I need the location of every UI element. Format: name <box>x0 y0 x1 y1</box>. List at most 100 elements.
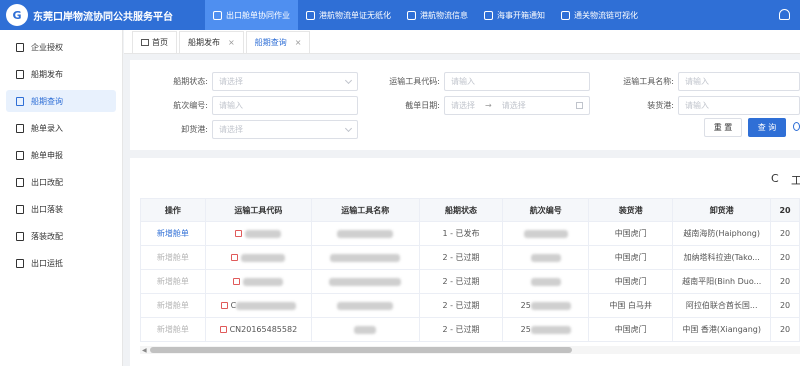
nav-item-label: 通关物流链可视化 <box>574 10 638 20</box>
load-port-input[interactable]: 请输入 <box>678 96 800 115</box>
redacted-name <box>337 301 394 310</box>
voyage-text: 25 <box>520 301 531 310</box>
close-icon[interactable]: × <box>228 38 235 47</box>
tab-schedule-query[interactable]: 船期查询 × <box>245 31 311 53</box>
unload-port-select[interactable]: 请选择 <box>212 120 358 139</box>
column-settings-icon[interactable]: 工 <box>791 172 800 188</box>
truck-icon <box>407 10 416 20</box>
tab-schedule-publish[interactable]: 船期发布 × <box>179 31 244 53</box>
main-nav: 出口舱单协同作业 港航物流单证无纸化 港航物流信息 海事开箱通知 通关物流链可视… <box>205 0 646 30</box>
column-header[interactable]: 卸货港 <box>672 198 772 222</box>
sidebar-item-label: 企业授权 <box>31 42 63 52</box>
refresh-icon[interactable]: C <box>771 172 779 185</box>
transport-code-input[interactable]: 请输入 <box>444 72 590 91</box>
nav-item-paperless[interactable]: 港航物流单证无纸化 <box>298 0 399 30</box>
sidebar-item-schedule-query[interactable]: 船期查询 <box>6 90 116 112</box>
nav-item-visualization[interactable]: 通关物流链可视化 <box>553 0 646 30</box>
column-header[interactable]: 船期状态 <box>418 198 504 222</box>
sidebar-item-label: 舱单申报 <box>31 150 63 160</box>
close-icon[interactable]: × <box>295 38 302 47</box>
sidebar-item-export-change[interactable]: 出口改配 <box>6 171 116 193</box>
add-manifest-link[interactable]: 新增舱单 <box>157 229 189 238</box>
nav-item-label: 港航物流信息 <box>420 10 468 20</box>
card-icon <box>306 10 315 20</box>
app-logo[interactable]: G 东莞口岸物流协同公共服务平台 <box>0 0 205 30</box>
nav-item-logistics-info[interactable]: 港航物流信息 <box>399 0 476 30</box>
nav-item-maritime-notice[interactable]: 海事开箱通知 <box>476 0 553 30</box>
nav-item-export-manifest[interactable]: 出口舱单协同作业 <box>205 0 298 30</box>
query-button[interactable]: 查 询 <box>748 118 786 137</box>
nav-item-label: 出口舱单协同作业 <box>226 10 290 20</box>
status-cell: 2 - 已过期 <box>418 269 504 294</box>
unload-port-cell: 中国 香港(Xiangang) <box>672 317 772 342</box>
load-port-cell: 中国虎门 <box>588 317 674 342</box>
sidebar-item-loading-change[interactable]: 落装改配 <box>6 225 116 247</box>
column-header[interactable]: 装货港 <box>588 198 674 222</box>
sidebar-item-authorization[interactable]: 企业授权 <box>6 36 116 58</box>
status-cell: 2 - 已过期 <box>418 293 504 318</box>
transport-name-label: 运输工具名称: <box>623 77 674 86</box>
schedule-table: 操作 运输工具代码 运输工具名称 船期状态 航次编号 装货港 卸货港 20 新增… <box>140 198 800 342</box>
edit-doc-icon <box>16 69 24 79</box>
table-row: 新增舱单 CN20165485582 2 - 已过期 25 中国虎门 中国 香港… <box>140 317 800 342</box>
redacted-name <box>329 277 402 286</box>
add-manifest-link[interactable]: 新增舱单 <box>157 277 189 286</box>
check-icon <box>561 10 570 20</box>
redacted-voyage <box>523 229 568 238</box>
sidebar-item-label: 出口运抵 <box>31 258 63 268</box>
add-manifest-link[interactable]: 新增舱单 <box>157 253 189 262</box>
unload-port-placeholder: 请选择 <box>219 125 243 134</box>
redacted-code <box>245 229 282 238</box>
transport-code-label: 运输工具代码: <box>389 77 440 86</box>
bell-icon[interactable] <box>779 9 790 20</box>
load-port-cell: 中国 白马井 <box>588 293 674 318</box>
sidebar-item-export-loading[interactable]: 出口落装 <box>6 198 116 220</box>
cutoff-date-range[interactable]: 请选择 → 请选择 <box>444 96 590 115</box>
add-manifest-link[interactable]: 新增舱单 <box>157 325 189 334</box>
sidebar-item-schedule-publish[interactable]: 船期发布 <box>6 63 116 85</box>
tab-label: 首页 <box>152 38 168 47</box>
sidebar-item-label: 船期发布 <box>31 69 63 79</box>
sidebar-item-export-arrival[interactable]: 出口运抵 <box>6 252 116 274</box>
voyage-label: 航次编号: <box>173 101 208 110</box>
table-row: 新增舱单 2 - 已过期 中国虎门 越南平阳(Binh Duo... 20 <box>140 269 800 294</box>
tab-label: 船期查询 <box>254 38 287 47</box>
sidebar-item-label: 舱单录入 <box>31 123 63 133</box>
settings-icon[interactable] <box>793 122 800 131</box>
transport-code-placeholder: 请输入 <box>451 77 475 86</box>
reset-button[interactable]: 重 置 <box>704 118 742 137</box>
redacted-name <box>337 229 394 238</box>
extra-cell: 20 <box>770 293 800 318</box>
column-header[interactable]: 20 <box>770 198 800 222</box>
redacted-voyage <box>530 325 571 334</box>
scroll-left-icon[interactable]: ◀ <box>142 347 147 354</box>
sidebar-item-label: 船期查询 <box>31 96 63 106</box>
unload-port-cell: 越南海防(Haiphong) <box>672 221 772 246</box>
arrival-icon <box>16 258 24 268</box>
calendar-icon <box>576 102 583 109</box>
redacted-name <box>330 253 401 262</box>
transport-name-input[interactable]: 请输入 <box>678 72 800 91</box>
sidebar-item-manifest-entry[interactable]: 舱单录入 <box>6 117 116 139</box>
column-header[interactable]: 运输工具名称 <box>310 198 420 222</box>
redacted-code <box>241 253 286 262</box>
ship-status-select[interactable]: 请选择 <box>212 72 358 91</box>
redacted-code <box>236 301 297 310</box>
add-manifest-link[interactable]: 新增舱单 <box>157 301 189 310</box>
sidebar-item-manifest-declare[interactable]: 舱单申报 <box>6 144 116 166</box>
column-header[interactable]: 航次编号 <box>502 198 590 222</box>
range-arrow-icon: → <box>485 101 492 110</box>
scrollbar-thumb[interactable] <box>150 347 572 353</box>
unload-port-cell: 阿拉伯联合酋长国... <box>672 293 772 318</box>
load-port-placeholder: 请输入 <box>685 101 709 110</box>
change-icon <box>16 177 24 187</box>
table-row: 新增舱单 2 - 已过期 中国虎门 加纳塔科拉迪(Tako... 20 <box>140 245 800 270</box>
logo-icon: G <box>6 4 28 26</box>
redacted-voyage <box>530 253 561 262</box>
entry-icon <box>16 123 24 133</box>
ship-icon <box>231 254 239 261</box>
column-header[interactable]: 运输工具代码 <box>204 198 312 222</box>
voyage-input[interactable]: 请输入 <box>212 96 358 115</box>
tab-home[interactable]: 首页 <box>132 31 177 53</box>
unload-port-cell: 加纳塔科拉迪(Tako... <box>672 245 772 270</box>
